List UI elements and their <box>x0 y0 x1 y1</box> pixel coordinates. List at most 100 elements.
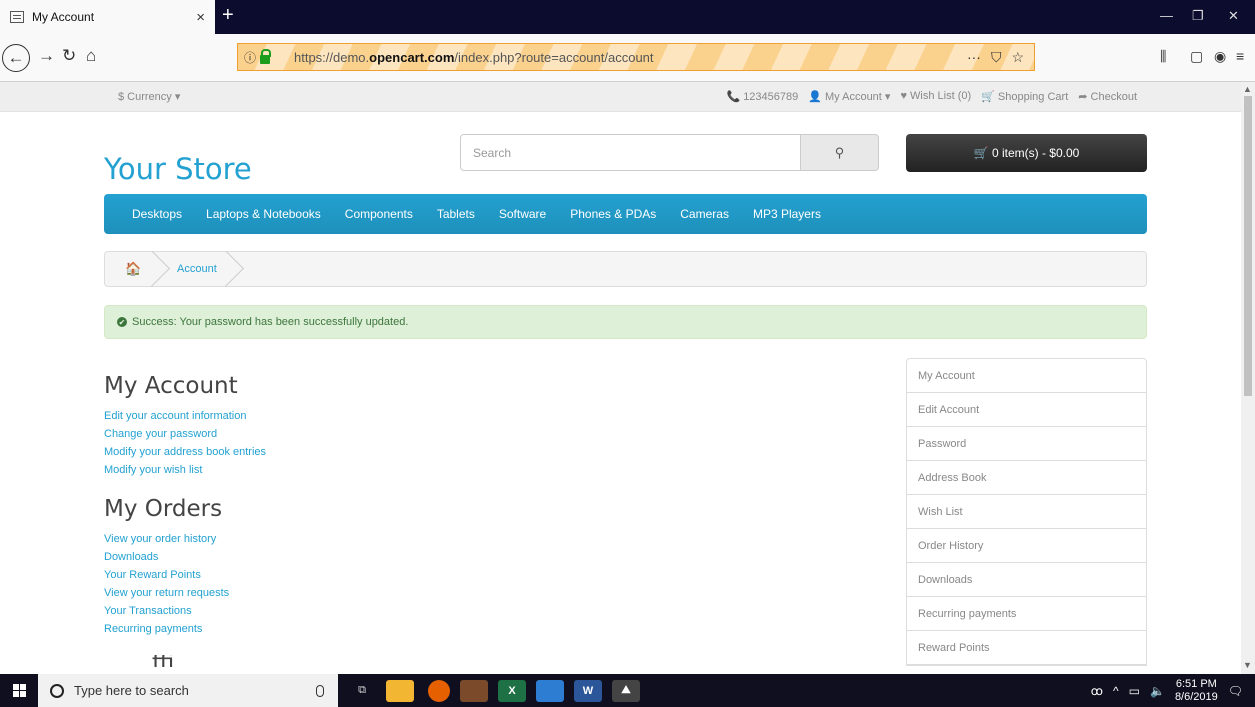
sidebar-item-edit-account[interactable]: Edit Account <box>907 393 1146 427</box>
my-account-dropdown[interactable]: 👤 My Account ▾ <box>808 90 890 103</box>
volume-icon[interactable]: 🔈 <box>1150 684 1165 698</box>
cortana-icon <box>50 683 64 698</box>
search-button[interactable]: ⚲ <box>801 134 879 171</box>
menu-item-laptops[interactable]: Laptops & Notebooks <box>194 207 333 221</box>
return-requests-link[interactable]: View your return requests <box>104 584 864 602</box>
browser-toolbar: ← → ↻ ⌂ ⓘ https://demo.opencart.com/inde… <box>0 34 1255 82</box>
search-input[interactable] <box>460 134 801 171</box>
currency-dropdown[interactable]: $ Currency ▾ <box>118 90 180 103</box>
sidebar-item-wish-list[interactable]: Wish List <box>907 495 1146 529</box>
account-sidebar: My Account Edit Account Password Address… <box>906 358 1147 666</box>
tab-title: My Account <box>32 10 95 24</box>
browser-tab-strip: My Account × + — ❐ ✕ <box>0 0 1255 34</box>
clock-time: 6:51 PM <box>1175 677 1217 690</box>
change-password-link[interactable]: Change your password <box>104 425 864 443</box>
transactions-link[interactable]: Your Transactions <box>104 602 864 620</box>
library-icon[interactable]: ⫼ <box>1160 48 1166 65</box>
sidebar-toggle-icon[interactable]: ▢ <box>1190 48 1203 65</box>
search-bar: ⚲ <box>460 134 879 171</box>
my-orders-heading: My Orders <box>104 496 223 522</box>
page-favicon-icon <box>10 11 24 23</box>
forward-button[interactable]: → <box>38 46 55 66</box>
lock-icon <box>260 48 272 64</box>
photos-icon[interactable]: ⛰ <box>612 679 640 702</box>
my-account-heading: My Account <box>104 373 238 399</box>
back-button[interactable]: ← <box>2 44 30 72</box>
sidebar-item-my-account[interactable]: My Account <box>907 359 1146 393</box>
sidebar-item-password[interactable]: Password <box>907 427 1146 461</box>
pocket-icon[interactable]: ⛉ <box>991 49 1002 66</box>
scrollbar-thumb[interactable] <box>1244 96 1252 396</box>
menu-icon[interactable]: ≡ <box>1236 48 1244 64</box>
microphone-icon[interactable] <box>316 684 324 697</box>
menu-item-mp3[interactable]: MP3 Players <box>741 207 833 221</box>
store-top-bar: $ Currency ▾ 📞 123456789 👤 My Account ▾ … <box>0 82 1241 112</box>
home-button[interactable]: ⌂ <box>86 46 96 66</box>
phone-link[interactable]: 📞 123456789 <box>726 90 798 103</box>
menu-item-tablets[interactable]: Tablets <box>425 207 487 221</box>
network-icon[interactable]: ▭ <box>1129 684 1140 698</box>
recurring-payments-link[interactable]: Recurring payments <box>104 620 864 638</box>
menu-item-components[interactable]: Components <box>333 207 425 221</box>
system-tray: ꝏ ^ ▭ 🔈 6:51 PM 8/6/2019 🗨 <box>1091 674 1243 707</box>
browser-tab[interactable]: My Account × <box>0 0 215 34</box>
sidebar-item-order-history[interactable]: Order History <box>907 529 1146 563</box>
sidebar-item-downloads[interactable]: Downloads <box>907 563 1146 597</box>
my-orders-links: View your order history Downloads Your R… <box>104 530 864 638</box>
store-logo[interactable]: Your Store <box>104 152 252 186</box>
check-circle-icon: ✔ <box>117 317 127 327</box>
bookmark-star-icon[interactable]: ☆ <box>1011 49 1024 66</box>
downloads-link[interactable]: Downloads <box>104 548 864 566</box>
wish-list-link[interactable]: Modify your wish list <box>104 461 864 479</box>
cart-button[interactable]: 🛒 0 item(s) - $0.00 <box>906 134 1147 172</box>
scroll-up-icon[interactable]: ▲ <box>1243 84 1252 94</box>
sidebar-item-reward-points[interactable]: Reward Points <box>907 631 1146 665</box>
menu-item-phones[interactable]: Phones & PDAs <box>558 207 668 221</box>
chevron-up-icon[interactable]: ^ <box>1113 684 1119 698</box>
edit-account-link[interactable]: Edit your account information <box>104 407 864 425</box>
account-content: My Account Edit your account information… <box>104 373 864 667</box>
file-explorer-icon[interactable] <box>386 679 414 702</box>
sidebar-item-address-book[interactable]: Address Book <box>907 461 1146 495</box>
word-icon[interactable]: W <box>574 679 602 702</box>
page-actions-icon[interactable]: ··· <box>967 49 981 66</box>
home-icon[interactable]: 🏠 <box>105 251 151 287</box>
site-info-icon[interactable]: ⓘ <box>238 48 294 66</box>
app-icon[interactable] <box>460 679 488 702</box>
partially-visible-heading: ffi <box>152 655 864 667</box>
clock[interactable]: 6:51 PM 8/6/2019 <box>1175 678 1218 704</box>
reward-points-link[interactable]: Your Reward Points <box>104 566 864 584</box>
address-bar[interactable]: ⓘ https://demo.opencart.com/index.php?ro… <box>237 43 1035 71</box>
menu-item-cameras[interactable]: Cameras <box>668 207 741 221</box>
tab-close-icon[interactable]: × <box>196 9 205 26</box>
taskbar-search[interactable]: Type here to search <box>38 674 338 707</box>
checkout-link[interactable]: ➦ Checkout <box>1078 90 1137 103</box>
wishlist-link[interactable]: ♥ Wish List (0) <box>900 90 971 103</box>
taskbar-search-text: Type here to search <box>74 683 189 698</box>
breadcrumb-separator <box>225 251 247 287</box>
scroll-down-icon[interactable]: ▼ <box>1243 660 1252 670</box>
menu-item-software[interactable]: Software <box>487 207 558 221</box>
notifications-icon[interactable]: 🗨 <box>1228 684 1243 698</box>
success-alert: ✔ Success: Your password has been succes… <box>104 305 1147 339</box>
breadcrumb-account[interactable]: Account <box>173 263 225 275</box>
shopping-cart-link[interactable]: 🛒 Shopping Cart <box>981 90 1068 103</box>
close-window-button[interactable]: ✕ <box>1228 8 1239 24</box>
new-tab-button[interactable]: + <box>222 4 234 27</box>
excel-icon[interactable]: X <box>498 679 526 702</box>
sidebar-item-recurring[interactable]: Recurring payments <box>907 597 1146 631</box>
minimize-button[interactable]: — <box>1160 8 1173 23</box>
address-book-link[interactable]: Modify your address book entries <box>104 443 864 461</box>
reload-button[interactable]: ↻ <box>62 46 76 66</box>
start-button[interactable] <box>0 674 38 707</box>
task-view-icon[interactable]: ⧉ <box>348 680 376 702</box>
app-icon[interactable] <box>536 679 564 702</box>
page-scrollbar[interactable]: ▲ ▼ <box>1241 82 1255 674</box>
order-history-link[interactable]: View your order history <box>104 530 864 548</box>
url-text[interactable]: https://demo.opencart.com/index.php?rout… <box>294 50 967 65</box>
people-icon[interactable]: ꝏ <box>1091 684 1103 698</box>
firefox-icon[interactable] <box>428 679 450 702</box>
maximize-button[interactable]: ❐ <box>1192 8 1204 24</box>
account-icon[interactable]: ◉ <box>1214 48 1226 65</box>
menu-item-desktops[interactable]: Desktops <box>120 207 194 221</box>
